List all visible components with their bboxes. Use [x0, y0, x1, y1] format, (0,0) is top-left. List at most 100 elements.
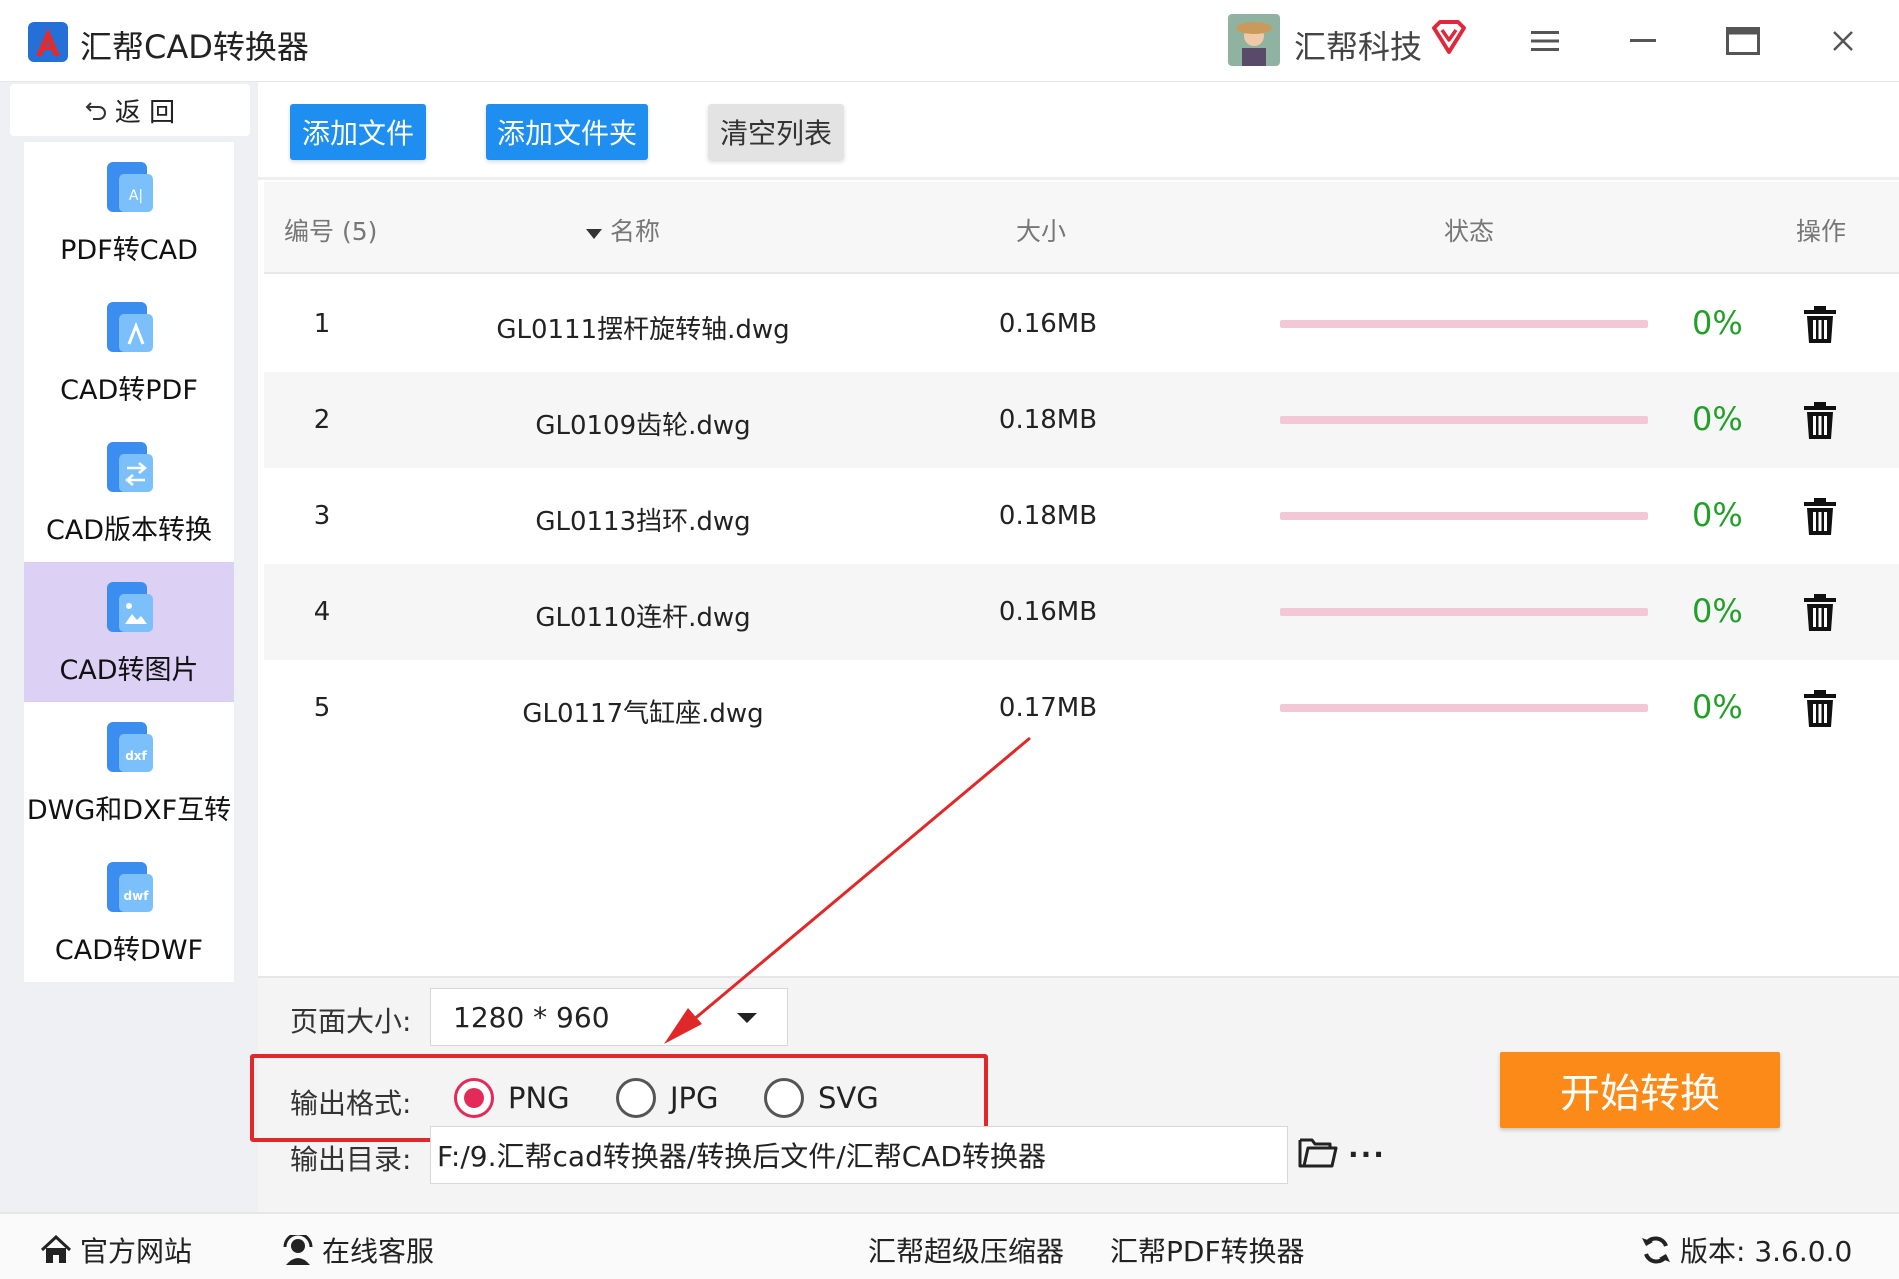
sidebar-item-label: CAD转PDF: [60, 374, 198, 406]
compressor-label: 汇帮超级压缩器: [868, 1235, 1065, 1268]
home-icon: [40, 1235, 72, 1263]
compressor-link[interactable]: 汇帮超级压缩器: [868, 1230, 1064, 1270]
cad-to-pdf-icon: [107, 301, 153, 352]
sidebar-item-cad-to-dwf[interactable]: dwf CAD转DWF: [24, 842, 234, 982]
website-label: 官方网站: [80, 1235, 193, 1268]
trash-icon[interactable]: [1802, 690, 1838, 728]
output-format-label: 输出格式:: [290, 1087, 412, 1120]
column-size[interactable]: 大小: [1016, 212, 1066, 248]
table-row[interactable]: 1 GL0111摆杆旋转轴.dwg 0.16MB 0%: [264, 276, 1899, 372]
trash-icon[interactable]: [1802, 594, 1838, 632]
sidebar-item-cad-to-image[interactable]: CAD转图片: [24, 562, 234, 702]
dwg-dxf-icon: dxf: [107, 721, 153, 772]
row-index: 4: [313, 597, 331, 627]
table-row[interactable]: 4 GL0110连杆.dwg 0.16MB 0%: [264, 564, 1899, 660]
radio-selected-icon: [454, 1078, 494, 1118]
svg-text:dxf: dxf: [125, 749, 147, 763]
sidebar-item-label: DWG和DXF互转: [26, 794, 232, 826]
user-name[interactable]: 汇帮科技: [1294, 22, 1422, 68]
trash-icon[interactable]: [1802, 306, 1838, 344]
sidebar-item-label: CAD转图片: [59, 654, 199, 686]
column-index[interactable]: 编号 (5): [284, 212, 377, 248]
sidebar: 返 回 A| PDF转CAD CAD转PDF CAD版本转换 CAD转图片 dx…: [0, 82, 258, 1212]
vip-diamond-icon[interactable]: [1430, 18, 1468, 56]
progress-bar: [1280, 416, 1648, 424]
format-radio-svg[interactable]: SVG: [764, 1078, 879, 1118]
row-index: 1: [313, 309, 331, 339]
column-name[interactable]: 名称: [586, 212, 660, 248]
sidebar-item-label: CAD转DWF: [54, 934, 204, 966]
column-action: 操作: [1796, 217, 1847, 246]
page-size-select[interactable]: 1280 * 960: [430, 988, 788, 1046]
cad-version-icon: [107, 441, 153, 492]
cad-to-dwf-icon: dwf: [107, 861, 153, 912]
support-label: 在线客服: [322, 1235, 435, 1268]
radio-unselected-icon: [616, 1078, 656, 1118]
format-label: PNG: [508, 1081, 570, 1115]
page-size-value: 1280 * 960: [453, 1000, 610, 1034]
trash-icon[interactable]: [1802, 402, 1838, 440]
radio-unselected-icon: [764, 1078, 804, 1118]
start-convert-button[interactable]: 开始转换: [1500, 1052, 1780, 1128]
minimize-icon[interactable]: [1618, 18, 1668, 64]
output-dir-field[interactable]: F:/9.汇帮cad转换器/转换后文件/汇帮CAD转换器: [430, 1126, 1288, 1184]
row-index: 5: [313, 693, 331, 723]
trash-icon[interactable]: [1802, 498, 1838, 536]
row-file-size: 0.18MB: [998, 405, 1098, 435]
row-file-size: 0.18MB: [998, 501, 1098, 531]
progress-percent: 0%: [1692, 592, 1743, 630]
row-index: 2: [313, 405, 331, 435]
support-link[interactable]: 在线客服: [282, 1230, 434, 1270]
menu-icon[interactable]: [1520, 18, 1570, 64]
progress-percent: 0%: [1692, 400, 1743, 438]
row-file-name: GL0110连杆.dwg: [535, 603, 751, 633]
website-link[interactable]: 官方网站: [40, 1230, 192, 1270]
format-radio-png[interactable]: PNG: [454, 1078, 570, 1118]
sort-down-icon: [586, 229, 602, 239]
pdf-converter-label: 汇帮PDF转换器: [1110, 1235, 1305, 1268]
sidebar-item-pdf-to-cad[interactable]: A| PDF转CAD: [24, 142, 234, 282]
toolbar: 添加文件 添加文件夹 清空列表: [258, 82, 1899, 180]
column-status: 状态: [1444, 217, 1495, 246]
row-file-name: GL0117气缸座.dwg: [522, 699, 764, 729]
table-row[interactable]: 2 GL0109齿轮.dwg 0.18MB 0%: [264, 372, 1899, 468]
pdf-converter-link[interactable]: 汇帮PDF转换器: [1110, 1230, 1305, 1270]
format-radio-jpg[interactable]: JPG: [616, 1078, 719, 1118]
format-label: SVG: [818, 1081, 879, 1115]
sidebar-item-label: PDF转CAD: [60, 234, 198, 266]
maximize-icon[interactable]: [1718, 18, 1768, 64]
settings-panel: 页面大小: 1280 * 960 输出格式: PNG JPG SVG 开始转换 …: [250, 976, 1899, 1212]
table-row[interactable]: 3 GL0113挡环.dwg 0.18MB 0%: [264, 468, 1899, 564]
close-icon[interactable]: [1818, 18, 1868, 64]
progress-bar: [1280, 704, 1648, 712]
page-size-label: 页面大小:: [290, 1005, 412, 1038]
chevron-down-icon: [737, 1013, 757, 1023]
output-dir-value: F:/9.汇帮cad转换器/转换后文件/汇帮CAD转换器: [437, 1140, 1046, 1173]
clear-list-button[interactable]: 清空列表: [708, 104, 844, 160]
table-header: 编号 (5) 名称 大小 状态 操作: [264, 182, 1899, 274]
avatar[interactable]: [1228, 14, 1280, 66]
progress-bar: [1280, 608, 1648, 616]
row-file-size: 0.16MB: [998, 309, 1098, 339]
format-label: JPG: [670, 1081, 719, 1115]
row-file-name: GL0113挡环.dwg: [535, 507, 751, 537]
row-file-name: GL0109齿轮.dwg: [535, 411, 751, 441]
back-button[interactable]: 返 回: [10, 84, 250, 136]
add-folder-button[interactable]: 添加文件夹: [486, 104, 648, 160]
footer: 官方网站 在线客服 汇帮超级压缩器 汇帮PDF转换器 版本: 3.6.0.0: [0, 1212, 1899, 1279]
app-title: 汇帮CAD转换器: [80, 28, 309, 66]
svg-text:A|: A|: [129, 188, 143, 204]
folder-open-icon[interactable]: [1298, 1134, 1338, 1170]
row-file-size: 0.17MB: [998, 693, 1098, 723]
sidebar-item-cad-to-pdf[interactable]: CAD转PDF: [24, 282, 234, 422]
add-file-button[interactable]: 添加文件: [290, 104, 426, 160]
app-logo-icon: [28, 22, 68, 62]
sidebar-item-dwg-dxf[interactable]: dxf DWG和DXF互转: [24, 702, 234, 842]
headset-icon: [283, 1235, 313, 1265]
progress-percent: 0%: [1692, 688, 1743, 726]
sidebar-item-cad-version[interactable]: CAD版本转换: [24, 422, 234, 562]
back-arrow-icon: [85, 102, 106, 120]
table-row[interactable]: 5 GL0117气缸座.dwg 0.17MB 0%: [264, 660, 1899, 756]
more-options-icon[interactable]: ···: [1348, 1138, 1386, 1171]
version-info[interactable]: 版本: 3.6.0.0: [1640, 1230, 1852, 1270]
